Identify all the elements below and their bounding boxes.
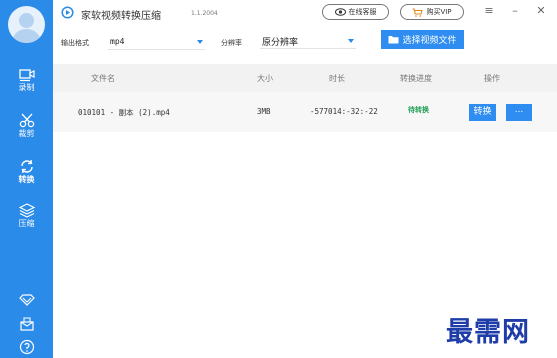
- menu-button[interactable]: ≡: [482, 4, 496, 18]
- convert-icon: [20, 159, 33, 174]
- sidebar-item-label: 转换: [18, 175, 35, 184]
- help-icon: [19, 339, 34, 355]
- sidebar-item-compress[interactable]: 压缩: [0, 203, 53, 247]
- close-button[interactable]: ✕: [534, 4, 548, 18]
- chevron-down-icon: [348, 39, 354, 43]
- help-button[interactable]: [0, 339, 53, 355]
- resolution-label: 分辨率: [221, 39, 242, 47]
- toolbar: 输出格式 mp4 分辨率 原分辨率 选择视频文件: [53, 26, 557, 60]
- app-title: 家软视频转换压缩: [81, 11, 161, 22]
- cell-duration: -577014:-32:-22: [310, 107, 378, 116]
- column-header-progress: 转换进度: [400, 74, 432, 83]
- watermark-text: 最需网: [446, 317, 530, 348]
- convert-button[interactable]: 转换: [469, 104, 496, 121]
- column-header-action: 操作: [484, 74, 500, 83]
- sidebar-item-convert[interactable]: 转换: [0, 159, 53, 203]
- app-version: 1.1.2004: [191, 10, 218, 17]
- column-header-filename: 文件名: [91, 74, 115, 83]
- format-select[interactable]: mp4: [108, 34, 205, 50]
- cart-icon: [412, 7, 424, 17]
- close-icon: ✕: [536, 4, 546, 17]
- minimize-button[interactable]: –: [508, 4, 522, 18]
- avatar[interactable]: [8, 6, 45, 43]
- choose-video-label: 选择视频文件: [402, 36, 457, 46]
- cell-filename: 010101 - 副本 (2).mp4: [78, 108, 170, 117]
- chevron-down-icon: [197, 40, 203, 44]
- feedback-button[interactable]: [0, 317, 53, 331]
- minimize-icon: –: [512, 4, 518, 17]
- eye-icon: [334, 8, 346, 16]
- hamburger-icon: ≡: [484, 4, 494, 17]
- sidebar: 录制 裁剪 转换 压缩: [0, 0, 53, 358]
- column-header-duration: 时长: [329, 74, 345, 83]
- title-bar: 家软视频转换压缩 1.1.2004 在线客服 购买VIP ≡ – ✕: [53, 0, 557, 26]
- resolution-value: 原分辨率: [262, 38, 299, 48]
- format-label: 输出格式: [61, 39, 89, 47]
- sidebar-item-label: 录制: [18, 83, 35, 92]
- resolution-select[interactable]: 原分辨率: [260, 33, 356, 49]
- sidebar-item-record[interactable]: 录制: [0, 68, 53, 112]
- online-service-button[interactable]: 在线客服: [322, 4, 389, 20]
- column-header-size: 大小: [257, 74, 273, 83]
- table-row[interactable]: 010101 - 副本 (2).mp4 3MB -577014:-32:-22 …: [53, 92, 557, 132]
- vip-diamond-button[interactable]: [0, 294, 53, 306]
- format-value: mp4: [110, 37, 125, 46]
- choose-video-button[interactable]: 选择视频文件: [381, 30, 464, 49]
- status-badge: 待转换: [408, 106, 429, 114]
- folder-icon: [388, 36, 399, 44]
- table-header: 文件名 大小 时长 转换进度 操作: [53, 64, 557, 92]
- app-logo-icon: [61, 6, 74, 19]
- record-icon: [18, 69, 35, 82]
- sidebar-item-cut[interactable]: 裁剪: [0, 113, 53, 157]
- online-service-label: 在线客服: [348, 8, 377, 16]
- sidebar-item-label: 压缩: [18, 219, 35, 228]
- buy-vip-button[interactable]: 购买VIP: [400, 4, 464, 20]
- feedback-icon: [19, 317, 34, 331]
- vip-diamond-icon: [18, 294, 35, 306]
- cell-size: 3MB: [257, 107, 271, 116]
- compress-icon: [18, 203, 35, 218]
- sidebar-item-label: 裁剪: [18, 129, 35, 138]
- more-options-button[interactable]: ...: [506, 104, 532, 121]
- scissors-icon: [19, 113, 34, 128]
- buy-vip-label: 购买VIP: [426, 8, 452, 16]
